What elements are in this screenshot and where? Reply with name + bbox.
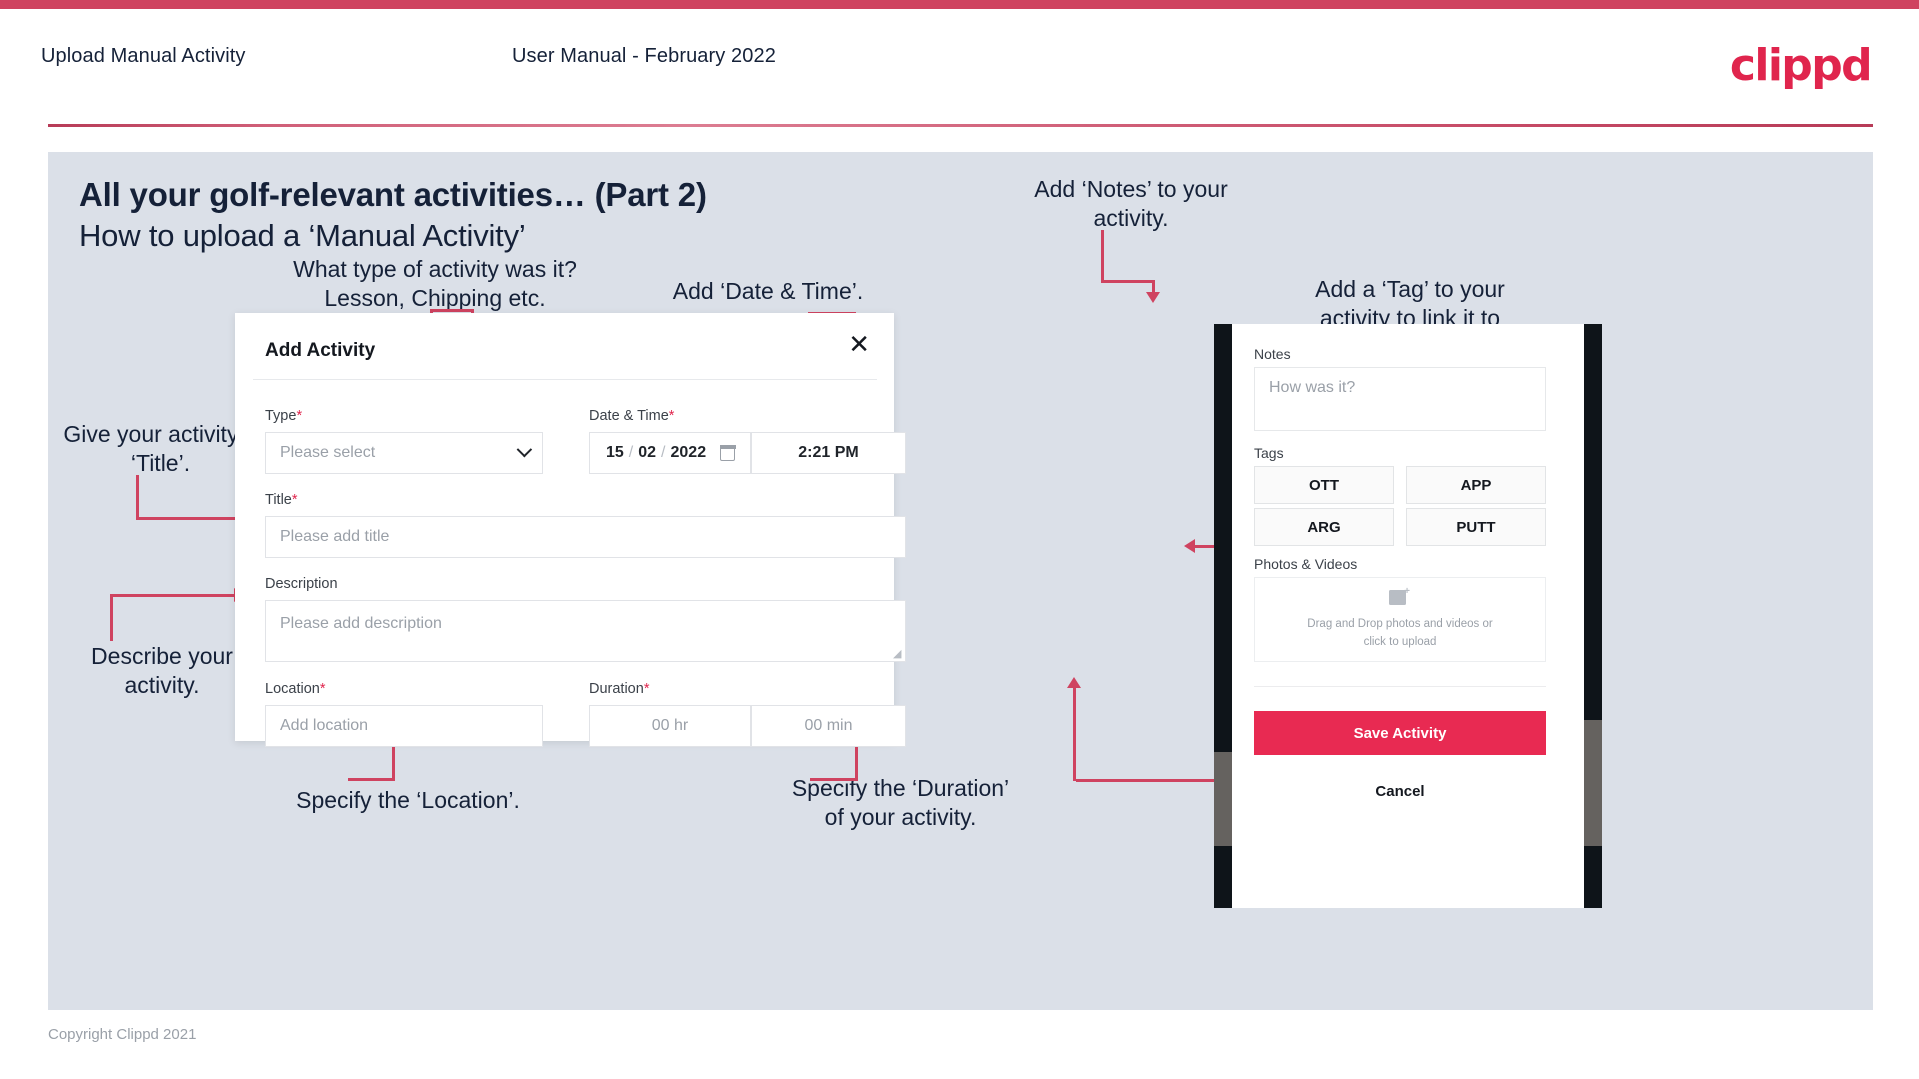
top-accent-bar	[0, 0, 1919, 9]
cancel-label: Cancel	[1375, 783, 1425, 800]
page-subtitle: How to upload a ‘Manual Activity’	[79, 218, 526, 253]
chevron-down-icon	[516, 441, 533, 458]
date-time-required-mark: *	[668, 408, 675, 424]
tag-app-label: APP	[1460, 476, 1492, 494]
add-activity-dialog: Add Activity ✕ Type* Please select Date …	[235, 313, 906, 747]
duration-label: Duration*	[589, 681, 649, 697]
notes-placeholder: How was it?	[1269, 379, 1356, 396]
header-left-title: Upload Manual Activity	[41, 45, 246, 67]
slide-page: Upload Manual Activity User Manual - Feb…	[0, 0, 1919, 1079]
date-time-label: Date & Time*	[589, 408, 674, 424]
arrow-notes-head	[1146, 292, 1160, 303]
tag-putt[interactable]: PUTT	[1406, 508, 1546, 546]
duration-minutes-value: 00 min	[804, 717, 853, 734]
date-sep-1: /	[628, 444, 634, 461]
phone-screen: Notes How was it? Tags OTT APP ARG PUTT …	[1232, 324, 1584, 908]
dropzone-text: Drag and Drop photos and videos or click…	[1307, 618, 1493, 648]
notes-input[interactable]: How was it?	[1254, 367, 1546, 431]
notes-label: Notes	[1254, 346, 1291, 362]
arrow-notes-v1	[1101, 230, 1104, 282]
cancel-button[interactable]: Cancel	[1254, 783, 1546, 800]
photo-dropzone[interactable]: + Drag and Drop photos and videos or cli…	[1254, 577, 1546, 662]
footer-copyright: Copyright Clippd 2021	[48, 1026, 197, 1043]
type-select[interactable]: Please select	[265, 432, 543, 474]
duration-required-mark: *	[643, 681, 650, 697]
dialog-title: Add Activity	[265, 340, 376, 361]
close-icon[interactable]: ✕	[848, 332, 870, 358]
arrow-loc-h	[348, 778, 395, 781]
date-year: 2022	[670, 444, 707, 461]
save-activity-label: Save Activity	[1353, 724, 1447, 742]
annotation-location: Specify the ‘Location’.	[296, 787, 520, 813]
type-label-text: Type	[265, 408, 297, 424]
annotation-notes: Add ‘Notes’ to your activity.	[1034, 176, 1228, 231]
tag-ott[interactable]: OTT	[1254, 466, 1394, 504]
location-label-text: Location	[265, 681, 320, 697]
header-center-title: User Manual - February 2022	[512, 45, 776, 67]
clippd-logo: clippd	[1729, 40, 1873, 91]
page-title: All your golf-relevant activities… (Part…	[79, 176, 707, 213]
phone-mockup: Notes How was it? Tags OTT APP ARG PUTT …	[1214, 324, 1602, 908]
title-input[interactable]: Please add title	[265, 516, 906, 558]
arrow-save-head	[1067, 677, 1081, 688]
tags-label: Tags	[1254, 445, 1284, 461]
date-time-label-text: Date & Time	[589, 408, 669, 424]
description-label: Description	[265, 576, 338, 592]
calendar-icon[interactable]	[719, 444, 736, 461]
tag-arg[interactable]: ARG	[1254, 508, 1394, 546]
duration-minutes-input[interactable]: 00 min	[751, 705, 906, 747]
annotation-duration: Specify the ‘Duration’ of your activity.	[791, 775, 1010, 830]
tag-putt-label: PUTT	[1456, 518, 1496, 536]
type-label: Type*	[265, 408, 302, 424]
title-placeholder: Please add title	[280, 528, 390, 545]
location-input[interactable]: Add location	[265, 705, 543, 747]
location-required-mark: *	[319, 681, 326, 697]
title-required-mark: *	[291, 492, 298, 508]
description-textarea[interactable]: Please add description ◢	[265, 600, 906, 662]
date-sep-2: /	[661, 444, 666, 461]
photos-label: Photos & Videos	[1254, 556, 1358, 572]
time-value: 2:21 PM	[798, 444, 859, 461]
arrow-type-stem-h	[430, 309, 474, 312]
phone-button-right	[1584, 720, 1602, 846]
phone-button-left	[1214, 752, 1232, 846]
annotation-type: What type of activity was it? Lesson, Ch…	[293, 256, 577, 311]
arrow-save-v	[1073, 685, 1076, 781]
arrow-desc-v	[110, 594, 113, 641]
save-activity-button[interactable]: Save Activity	[1254, 711, 1546, 755]
location-label: Location*	[265, 681, 325, 697]
tag-ott-label: OTT	[1309, 476, 1339, 494]
arrow-desc-h	[110, 594, 238, 597]
dialog-divider	[253, 379, 877, 380]
annotation-date-time: Add ‘Date & Time’.	[672, 278, 864, 304]
type-required-mark: *	[296, 408, 303, 424]
arrow-dur-h	[810, 778, 858, 781]
date-day: 15	[606, 444, 624, 461]
arrow-upload-head	[1184, 539, 1195, 553]
header-divider	[48, 124, 1873, 127]
arrow-notes-h	[1101, 280, 1154, 283]
type-placeholder: Please select	[280, 444, 376, 461]
date-value: 15 / 02 / 2022	[590, 444, 736, 462]
description-placeholder: Please add description	[280, 615, 442, 632]
title-label-text: Title	[265, 492, 292, 508]
time-input[interactable]: 2:21 PM	[751, 432, 906, 474]
add-image-icon: +	[1389, 587, 1411, 607]
phone-divider	[1254, 686, 1546, 687]
title-label: Title*	[265, 492, 298, 508]
resize-grip-icon[interactable]: ◢	[893, 649, 902, 660]
date-month: 02	[638, 444, 657, 461]
arrow-title-h	[136, 517, 242, 520]
date-input[interactable]: 15 / 02 / 2022	[589, 432, 751, 474]
arrow-title-v	[136, 475, 139, 520]
tag-arg-label: ARG	[1307, 518, 1341, 536]
duration-label-text: Duration	[589, 681, 644, 697]
tag-app[interactable]: APP	[1406, 466, 1546, 504]
location-placeholder: Add location	[280, 717, 369, 734]
duration-hours-input[interactable]: 00 hr	[589, 705, 751, 747]
duration-hours-value: 00 hr	[651, 717, 689, 734]
